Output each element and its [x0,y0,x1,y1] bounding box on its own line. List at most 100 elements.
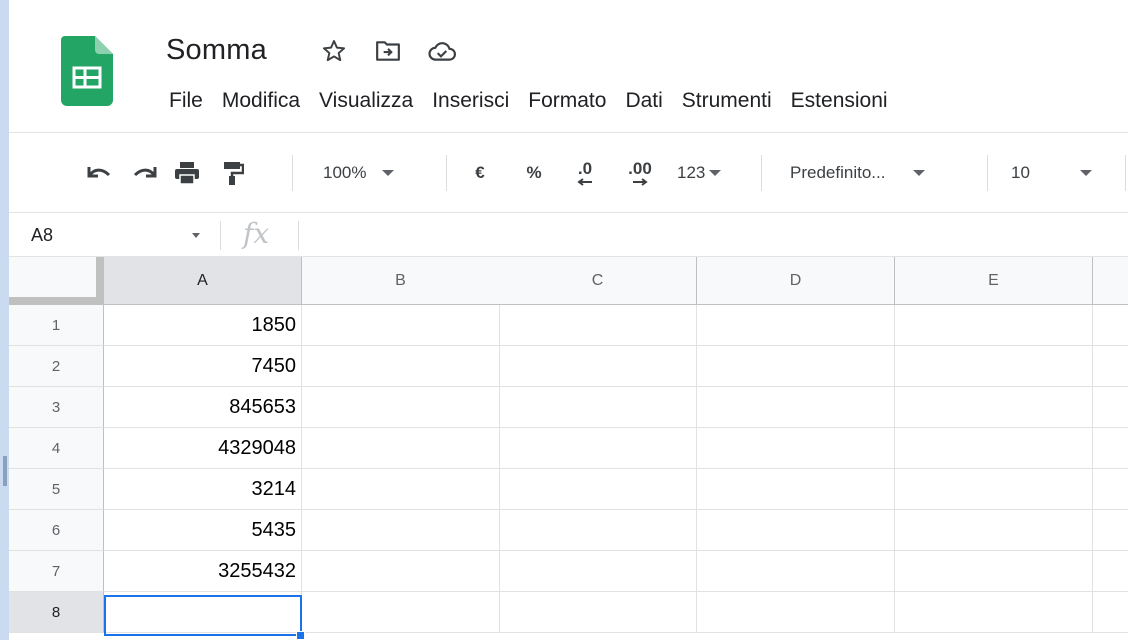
cell-c7[interactable] [499,551,697,592]
sheets-app: Somma File Modifica Visualizza Inserisci… [0,0,1128,640]
cell-d2[interactable] [697,346,895,387]
cell-a3[interactable]: 845653 [104,387,302,428]
menu-inserisci[interactable]: Inserisci [427,89,514,113]
cell-overflow[interactable] [1093,346,1128,387]
cell-c4[interactable] [499,428,697,469]
cell-a7[interactable]: 3255432 [104,551,302,592]
cell-e1[interactable] [895,305,1093,346]
menu-file[interactable]: File [164,89,208,113]
row-header-2[interactable]: 2 [9,346,104,387]
cell-a5[interactable]: 3214 [104,469,302,510]
cell-e5[interactable] [895,469,1093,510]
row-header-4[interactable]: 4 [9,428,104,469]
cell-e6[interactable] [895,510,1093,551]
print-icon[interactable] [169,155,205,191]
freeze-row-handle[interactable] [9,297,104,305]
selected-cell-border[interactable] [104,595,302,636]
cell-overflow[interactable] [1093,469,1128,510]
font-size-select[interactable]: 10 [1011,155,1119,191]
name-box[interactable]: A8 [31,225,53,246]
cell-c3[interactable] [499,387,697,428]
fill-handle[interactable] [296,631,305,640]
cell-e3[interactable] [895,387,1093,428]
cell-a2[interactable]: 7450 [104,346,302,387]
cell-d5[interactable] [697,469,895,510]
column-header-overflow[interactable] [1093,257,1128,305]
cell-a6[interactable]: 5435 [104,510,302,551]
cell-c5[interactable] [499,469,697,510]
move-to-folder-icon[interactable] [372,36,404,66]
cell-b1[interactable] [302,305,500,346]
cell-a4[interactable]: 4329048 [104,428,302,469]
cell-c1[interactable] [499,305,697,346]
font-size-value: 10 [1011,163,1030,182]
menu-formato[interactable]: Formato [523,89,611,113]
cell-overflow[interactable] [1093,387,1128,428]
cell-b4[interactable] [302,428,500,469]
cell-b7[interactable] [302,551,500,592]
toolbar-divider [761,155,762,191]
cell-c8[interactable] [499,592,697,633]
cell-e7[interactable] [895,551,1093,592]
increase-decimals-button[interactable]: .00 [621,155,659,191]
star-icon[interactable] [318,36,350,66]
cell-overflow[interactable] [1093,510,1128,551]
cell-d3[interactable] [697,387,895,428]
cell-e4[interactable] [895,428,1093,469]
zoom-select[interactable]: 100% [323,155,433,191]
sheets-logo-icon[interactable] [61,36,113,106]
row-header-6[interactable]: 6 [9,510,104,551]
cell-b8[interactable] [302,592,500,633]
decrease-decimals-button[interactable]: .0 [569,155,601,191]
row-header-5[interactable]: 5 [9,469,104,510]
cell-b5[interactable] [302,469,500,510]
column-header-c[interactable]: C [499,257,697,305]
row-header-7[interactable]: 7 [9,551,104,592]
menu-dati[interactable]: Dati [620,89,667,113]
cell-overflow[interactable] [1093,551,1128,592]
cell-overflow[interactable] [1093,305,1128,346]
redo-icon[interactable] [127,155,163,191]
font-family-select[interactable]: Predefinito... [790,155,970,191]
cell-b3[interactable] [302,387,500,428]
cell-a1[interactable]: 1850 [104,305,302,346]
cell-e8[interactable] [895,592,1093,633]
cloud-saved-icon[interactable] [426,36,458,66]
cell-c2[interactable] [499,346,697,387]
paint-format-icon[interactable] [215,155,251,191]
toolbar-divider [1125,155,1126,191]
percent-format-button[interactable]: % [523,155,545,191]
cell-c6[interactable] [499,510,697,551]
decrease-decimals-label: .0 [577,159,593,178]
cell-b6[interactable] [302,510,500,551]
cell-d1[interactable] [697,305,895,346]
number-format-select[interactable]: 123 [677,155,747,191]
menu-strumenti[interactable]: Strumenti [677,89,777,113]
toolbar-divider [987,155,988,191]
cell-e2[interactable] [895,346,1093,387]
cell-overflow[interactable] [1093,592,1128,633]
cell-d4[interactable] [697,428,895,469]
column-header-b[interactable]: B [302,257,500,305]
column-header-a[interactable]: A [104,257,302,305]
column-header-d[interactable]: D [697,257,895,305]
menu-estensioni[interactable]: Estensioni [786,89,893,113]
sheet-grid: A B C D E 1 1850 2 7450 3 845653 4 4329048 5 3214 6 5435… [0,257,1128,640]
menu-modifica[interactable]: Modifica [217,89,305,113]
undo-icon[interactable] [81,155,117,191]
row-header-3[interactable]: 3 [9,387,104,428]
cell-d7[interactable] [697,551,895,592]
column-header-e[interactable]: E [895,257,1093,305]
row-header-8[interactable]: 8 [9,592,104,633]
formula-bar-divider [298,221,299,250]
cell-b2[interactable] [302,346,500,387]
document-title[interactable]: Somma [166,34,267,67]
menu-visualizza[interactable]: Visualizza [314,89,418,113]
formula-bar: A8 fx [9,212,1128,257]
name-box-chevron-down-icon[interactable] [192,233,200,238]
cell-d8[interactable] [697,592,895,633]
cell-overflow[interactable] [1093,428,1128,469]
cell-d6[interactable] [697,510,895,551]
row-header-1[interactable]: 1 [9,305,104,346]
currency-format-button[interactable]: € [469,155,491,191]
